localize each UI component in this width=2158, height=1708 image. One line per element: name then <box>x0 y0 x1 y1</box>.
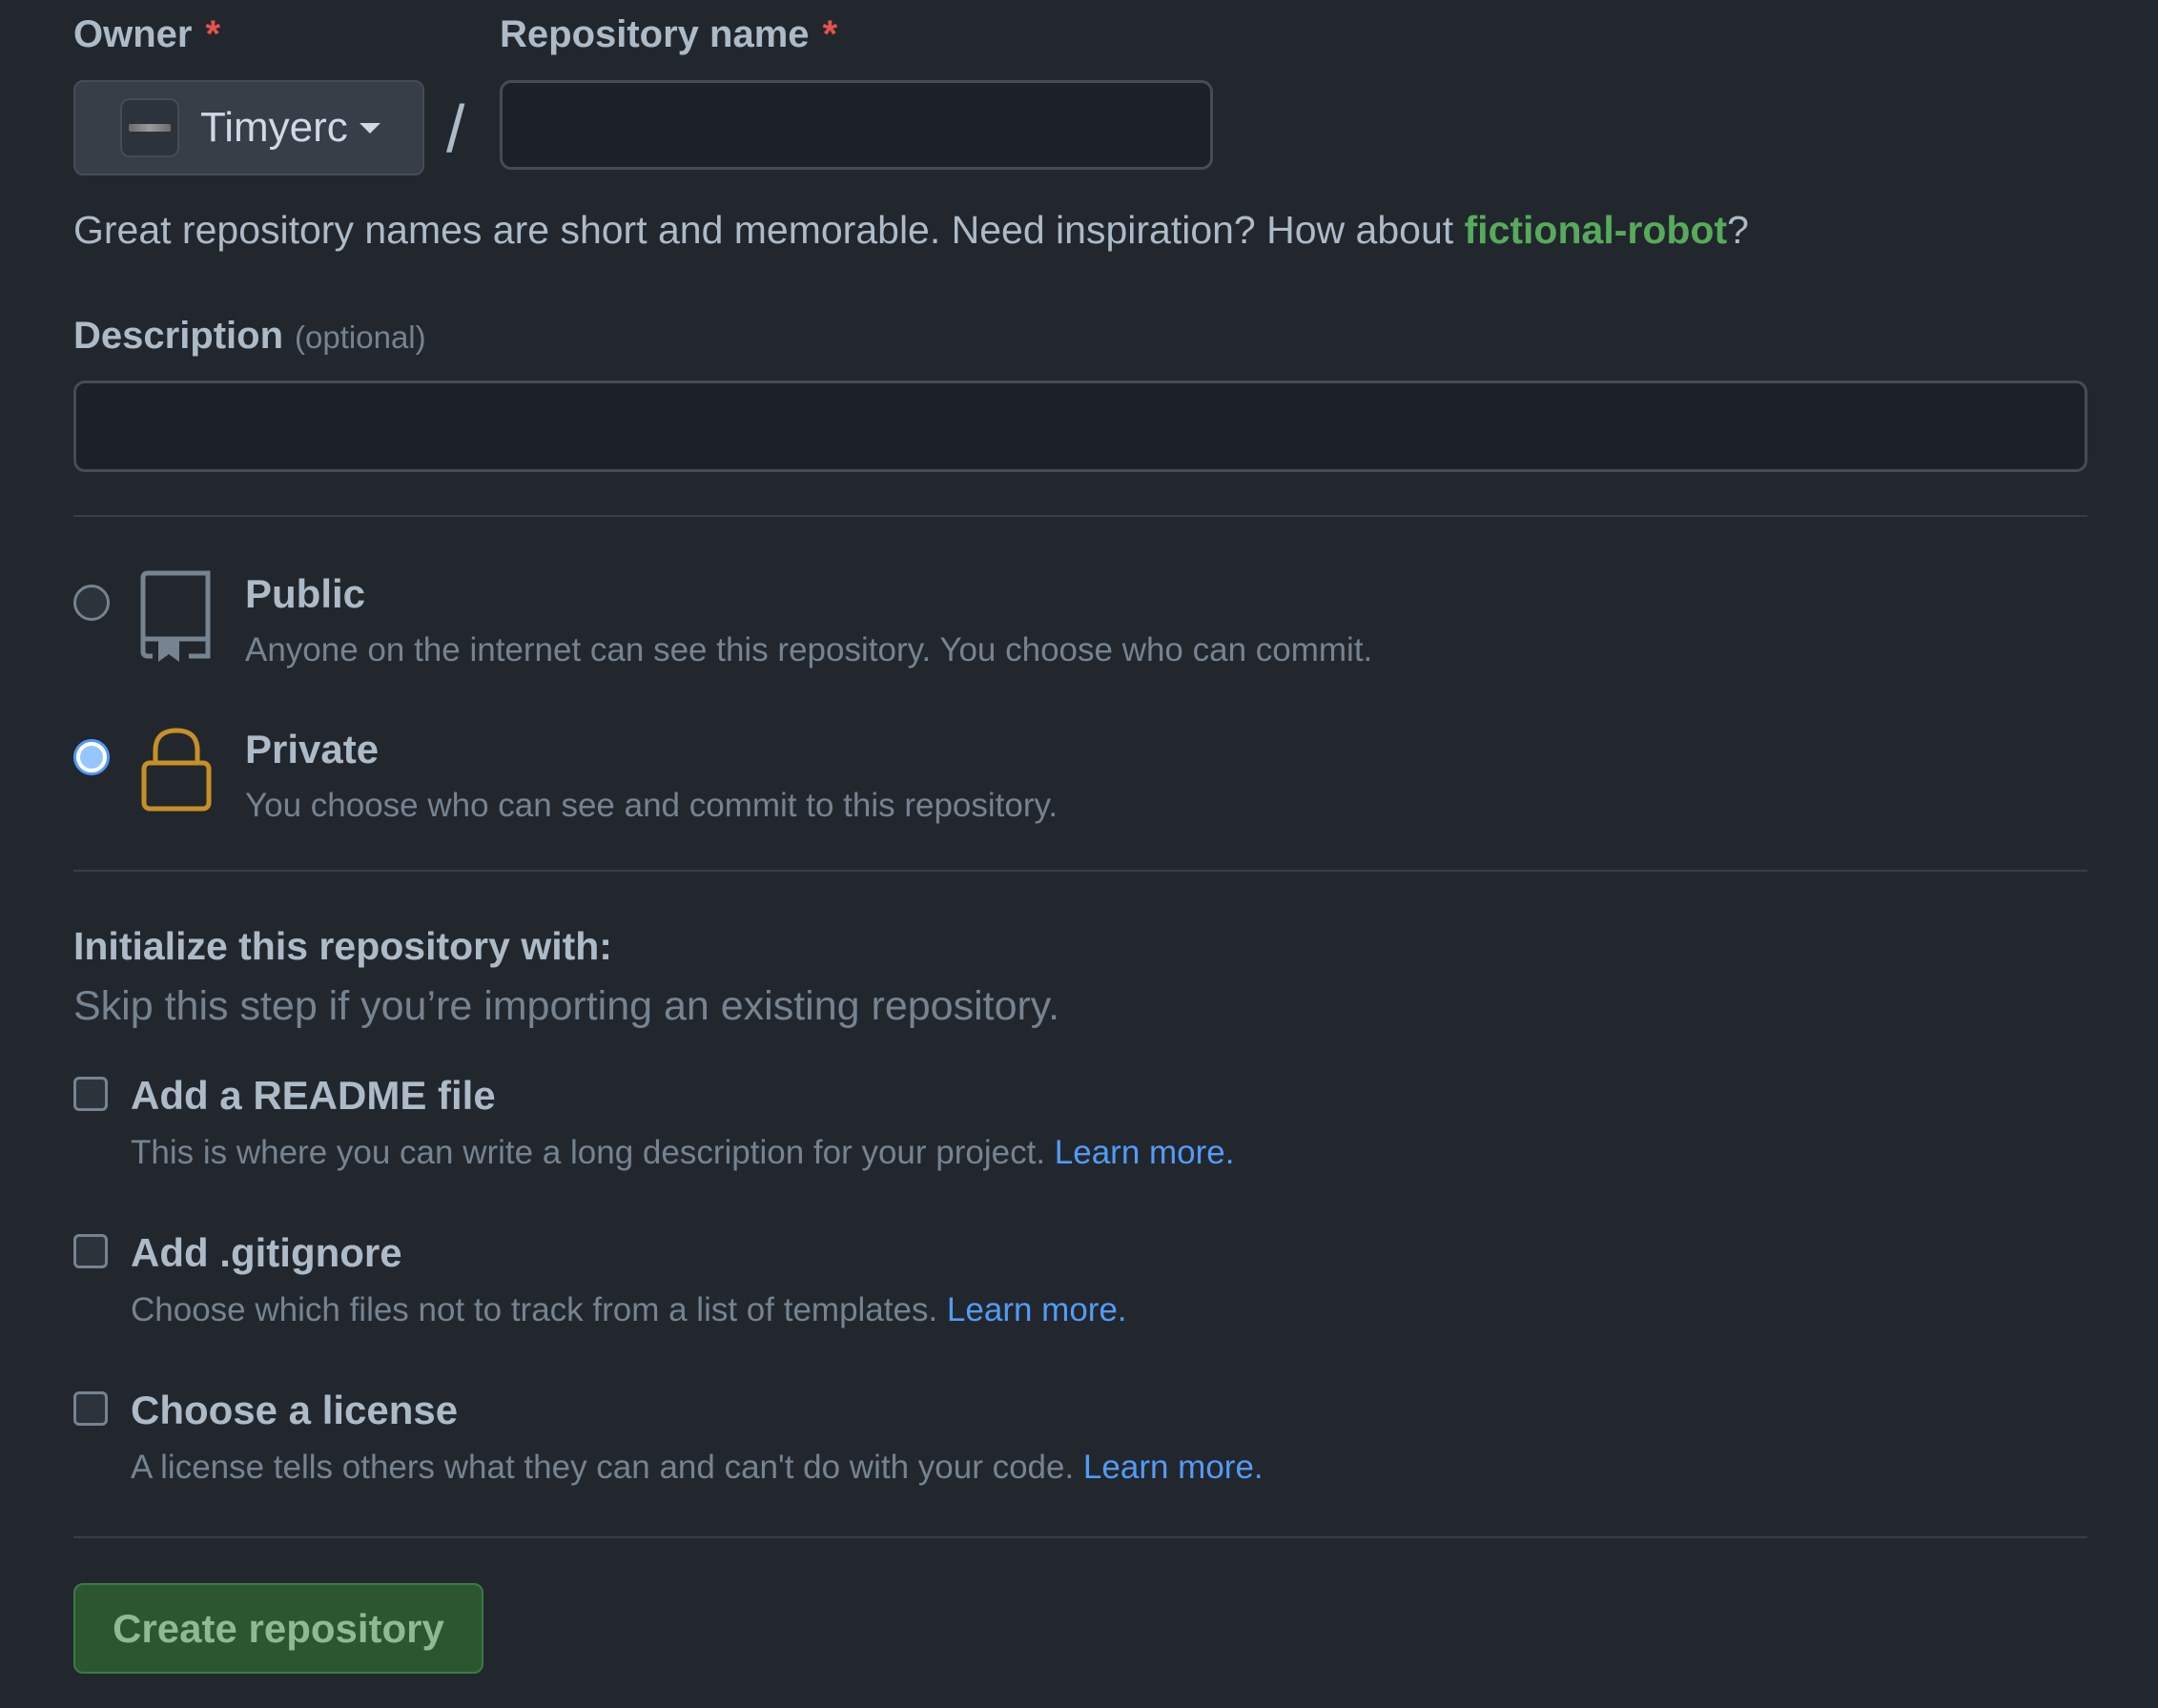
owner-label-text: Owner <box>73 13 193 55</box>
visibility-desc-private: You choose who can see and commit to thi… <box>245 787 1058 824</box>
gitignore-title: Add .gitignore <box>131 1230 402 1275</box>
repo-name-hint: Great repository names are short and mem… <box>73 208 1749 253</box>
visibility-desc-public: Anyone on the internet can see this repo… <box>245 631 1373 669</box>
description-input[interactable] <box>73 381 2087 472</box>
repo-name-label-text: Repository name <box>500 13 810 55</box>
repo-name-input[interactable] <box>500 80 1213 170</box>
required-mark: * <box>822 13 838 55</box>
owner-label: Owner * <box>73 15 220 53</box>
divider <box>73 515 2087 517</box>
readme-desc-text: This is where you can write a long descr… <box>131 1134 1055 1171</box>
avatar <box>120 98 179 157</box>
readme-checkbox[interactable] <box>73 1077 108 1111</box>
gitignore-desc-text: Choose which files not to track from a l… <box>131 1291 947 1328</box>
license-learn-more-link[interactable]: Learn more. <box>1083 1449 1264 1486</box>
gitignore-description: Choose which files not to track from a l… <box>131 1293 1127 1327</box>
optional-tag: (optional) <box>295 319 426 355</box>
lock-icon <box>141 728 212 812</box>
license-desc-text: A license tells others what they can and… <box>131 1449 1083 1486</box>
description-label-text: Description <box>73 315 284 357</box>
divider <box>73 1536 2087 1538</box>
gitignore-learn-more-link[interactable]: Learn more. <box>947 1291 1127 1328</box>
owner-name: Timyerc <box>200 104 348 151</box>
divider <box>73 870 2087 872</box>
required-mark: * <box>205 13 221 55</box>
visibility-title-private: Private <box>245 727 380 772</box>
visibility-radio-public[interactable] <box>73 585 110 621</box>
initialize-subtitle: Skip this step if you’re importing an ex… <box>73 983 1060 1029</box>
license-title: Choose a license <box>131 1388 459 1432</box>
initialize-title: Initialize this repository with: <box>73 924 612 968</box>
visibility-radio-private[interactable] <box>73 739 110 775</box>
readme-description: This is where you can write a long descr… <box>131 1136 1235 1169</box>
license-checkbox[interactable] <box>73 1391 108 1426</box>
suggested-name-link[interactable]: fictional-robot <box>1465 208 1728 252</box>
hint-suffix: ? <box>1727 208 1749 252</box>
visibility-title-public: Public <box>245 571 366 616</box>
repo-name-label: Repository name * <box>500 15 837 53</box>
repo-icon <box>140 570 211 662</box>
readme-learn-more-link[interactable]: Learn more. <box>1055 1134 1235 1171</box>
create-repository-button[interactable]: Create repository <box>73 1583 483 1674</box>
license-description: A license tells others what they can and… <box>131 1451 1264 1484</box>
owner-repo-separator: / <box>446 92 465 166</box>
avatar-logo <box>129 124 171 132</box>
gitignore-checkbox[interactable] <box>73 1234 108 1268</box>
hint-text: Great repository names are short and mem… <box>73 208 1465 252</box>
readme-title: Add a README file <box>131 1073 496 1118</box>
chevron-down-icon <box>359 122 380 134</box>
description-label: Description (optional) <box>73 317 426 355</box>
owner-dropdown[interactable]: Timyerc <box>73 80 424 175</box>
